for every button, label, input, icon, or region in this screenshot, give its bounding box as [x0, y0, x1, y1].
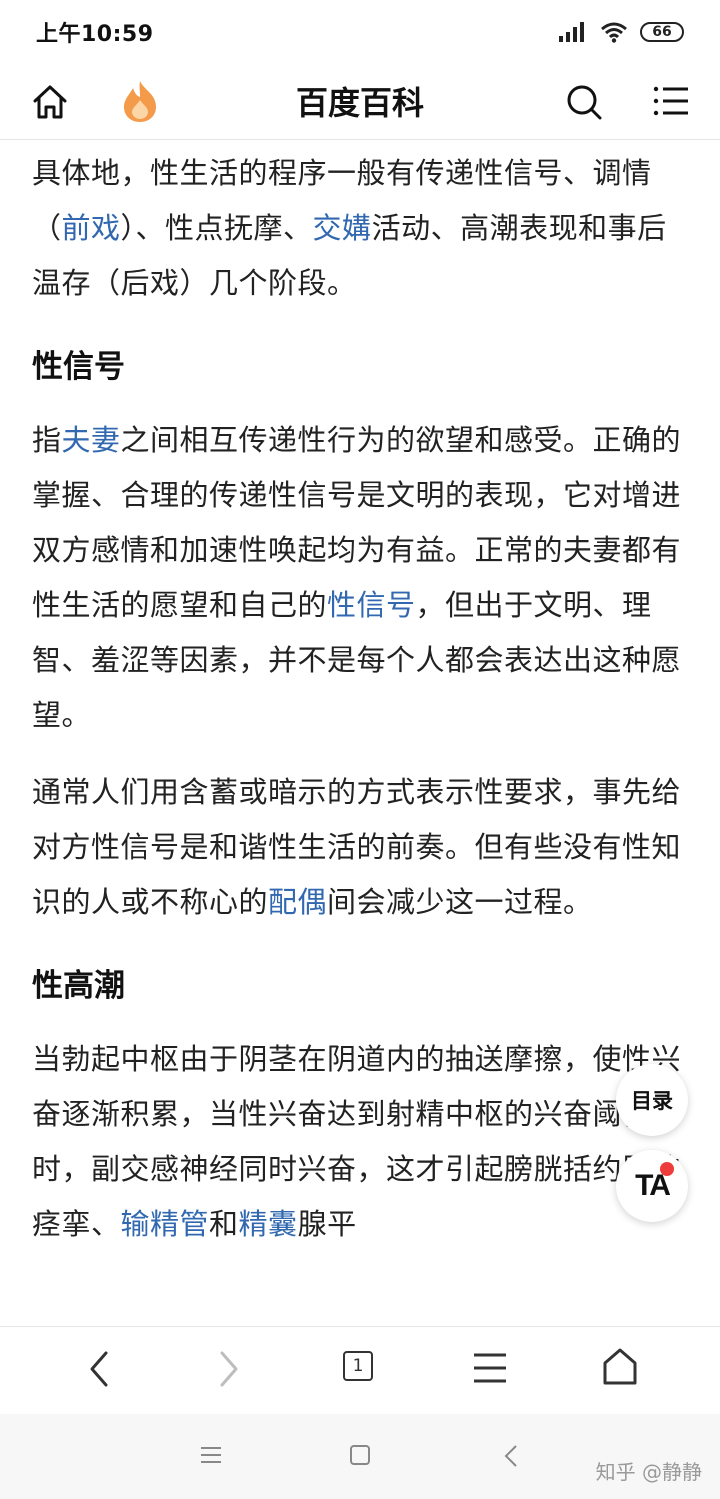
system-home-icon[interactable]	[349, 1444, 371, 1466]
paragraph-text: 指	[32, 423, 62, 457]
signal-icon	[559, 22, 584, 42]
section-heading: 性信号	[32, 349, 125, 385]
section-heading: 性高潮	[32, 968, 125, 1004]
article-paragraph: 具体地，性生活的程序一般有传递性信号、调情（前戏）、性点抚摩、交媾活动、高潮表现…	[32, 146, 688, 311]
menu-icon[interactable]	[472, 1351, 508, 1385]
paragraph-text: 和	[209, 1207, 239, 1241]
link-couple[interactable]: 夫妻	[62, 423, 121, 457]
status-time: 上午10:59	[36, 22, 154, 47]
paragraph-text: 腺平	[297, 1207, 357, 1241]
paragraph-text: ）、性点抚摩、	[120, 211, 313, 245]
ta-button[interactable]: TA	[616, 1150, 688, 1222]
paragraph-text: 间会减少这一过程。	[327, 885, 593, 919]
page-title: 百度百科	[295, 84, 424, 122]
recents-icon[interactable]	[200, 1444, 222, 1466]
wifi-icon	[601, 22, 627, 43]
battery-indicator: 66	[640, 22, 684, 42]
tabs-button[interactable]: 1	[343, 1351, 373, 1381]
article-paragraph: 指夫妻之间相互传递性行为的欲望和感受。正确的掌握、合理的传递性信号是文明的表现，…	[32, 413, 688, 743]
status-icons: 66	[558, 21, 684, 43]
toc-label: 目录	[631, 1089, 673, 1113]
toc-button[interactable]: 目录	[616, 1064, 688, 1136]
article-content: 具体地，性生活的程序一般有传递性信号、调情（前戏）、性点抚摩、交媾活动、高潮表现…	[32, 146, 688, 1326]
page: 上午10:59 66 百度百科 具体地，性生活的程序一般有传递性信号、调情（前戏…	[0, 0, 720, 1499]
status-bar: 上午10:59 66	[0, 0, 720, 64]
article-paragraph: 通常人们用含蓄或暗示的方式表示性要求，事先给对方性信号是和谐性生活的前奏。但有些…	[32, 765, 688, 930]
app-header: 百度百科	[0, 64, 720, 140]
watermark: 知乎 @静静	[595, 1460, 702, 1484]
notification-dot	[660, 1162, 674, 1176]
system-nav-bar: 知乎 @静静	[0, 1414, 720, 1499]
link-vas-deferens[interactable]: 输精管	[121, 1207, 210, 1241]
link-spouse[interactable]: 配偶	[268, 885, 327, 919]
menu-list-icon[interactable]	[652, 82, 690, 120]
link-seminal-vesicle[interactable]: 精囊	[239, 1207, 298, 1241]
article-paragraph: 当勃起中枢由于阴茎在阴道内的抽送摩擦，使性兴奋逐渐积累，当性兴奋达到射精中枢的兴…	[32, 1032, 688, 1252]
forward-icon[interactable]	[214, 1347, 244, 1391]
link-sex-signal[interactable]: 性信号	[327, 588, 416, 622]
back-icon[interactable]	[84, 1347, 114, 1391]
system-back-icon[interactable]	[502, 1444, 520, 1468]
link-intercourse[interactable]: 交媾	[313, 211, 372, 245]
browser-toolbar: 1	[0, 1326, 720, 1414]
link-foreplay[interactable]: 前戏	[62, 211, 121, 245]
home-icon[interactable]	[602, 1347, 638, 1387]
search-icon[interactable]	[564, 82, 604, 122]
